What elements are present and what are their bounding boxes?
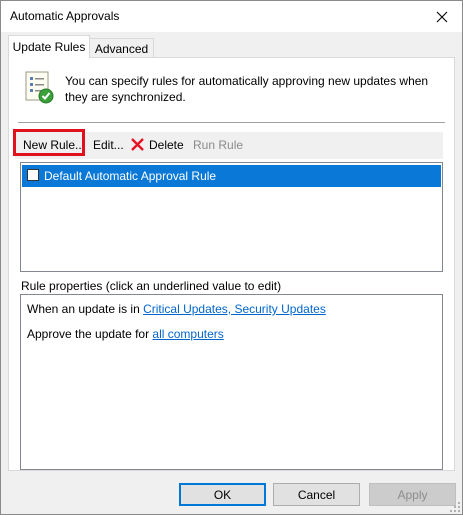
rule-condition-line: When an update is in Critical Updates, S… <box>27 302 326 316</box>
tab-advanced-label: Advanced <box>94 41 149 56</box>
rule-action-line: Approve the update for all computers <box>27 327 224 341</box>
delete-button[interactable]: Delete <box>149 138 184 152</box>
tab-update-rules[interactable]: Update Rules <box>8 35 90 58</box>
rule-name: Default Automatic Approval Rule <box>44 169 217 183</box>
checklist-approved-icon <box>25 71 54 104</box>
cancel-button[interactable]: Cancel <box>273 483 360 506</box>
separator <box>18 122 445 123</box>
tab-update-rules-label: Update Rules <box>12 40 86 54</box>
rule-action-prefix: Approve the update for <box>27 327 153 341</box>
computer-group-link[interactable]: all computers <box>152 327 223 341</box>
run-rule-button[interactable]: Run Rule <box>193 138 243 152</box>
new-rule-highlight <box>13 129 85 156</box>
rule-enabled-checkbox[interactable] <box>27 169 39 181</box>
close-button[interactable] <box>422 1 462 32</box>
automatic-approvals-dialog: Automatic Approvals Update Rules Advance… <box>0 0 463 515</box>
red-x-icon[interactable] <box>130 137 145 152</box>
title-bar: Automatic Approvals <box>1 1 462 32</box>
rule-properties-box: When an update is in Critical Updates, S… <box>20 294 443 470</box>
resize-grip-icon[interactable] <box>450 502 460 512</box>
rules-list[interactable]: Default Automatic Approval Rule <box>20 162 443 272</box>
apply-button[interactable]: Apply <box>369 483 456 506</box>
window-title: Automatic Approvals <box>10 9 120 23</box>
info-text: You can specify rules for automatically … <box>65 74 429 104</box>
rule-condition-prefix: When an update is in <box>27 302 144 316</box>
close-icon <box>436 11 448 22</box>
rule-properties-label: Rule properties (click an underlined val… <box>21 279 282 293</box>
classification-link[interactable]: Critical Updates, Security Updates <box>143 302 326 316</box>
edit-button[interactable]: Edit... <box>93 138 124 152</box>
ok-button[interactable]: OK <box>179 483 266 506</box>
tab-advanced[interactable]: Advanced <box>90 38 154 58</box>
list-item[interactable]: Default Automatic Approval Rule <box>22 165 441 187</box>
